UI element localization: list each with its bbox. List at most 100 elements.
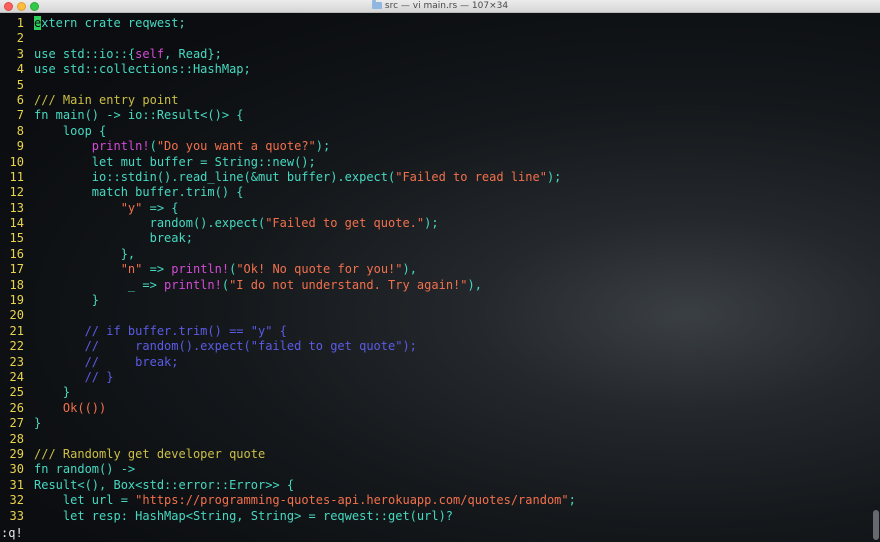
code-token: }: [34, 293, 100, 308]
line-number: 9: [16, 139, 24, 154]
code-token: _ =>: [34, 277, 165, 292]
line-number: 31: [9, 477, 24, 492]
terminal-window: src — vi main.rs — 107×34 1 extern crate …: [0, 0, 880, 542]
code-token: random().expect(: [34, 216, 266, 231]
line-number: 11: [9, 169, 24, 184]
code-line[interactable]: 24 // }: [0, 370, 870, 385]
line-number: 30: [9, 462, 24, 477]
code-token: /// Randomly get developer quote: [34, 446, 266, 461]
code-line[interactable]: 10 let mut buffer = String::new();: [0, 155, 870, 170]
code-token: println!: [171, 262, 230, 277]
window-title: src — vi main.rs — 107×34: [384, 1, 509, 11]
line-number: 4: [16, 62, 24, 77]
code-token: );: [546, 169, 562, 184]
code-line[interactable]: 5: [0, 78, 870, 93]
code-token: "Failed to get quote.": [265, 216, 425, 231]
code-token: (: [149, 139, 157, 154]
line-number: 13: [9, 200, 24, 215]
line-number: 6: [16, 92, 24, 107]
code-line[interactable]: 16 },: [0, 247, 870, 262]
code-line[interactable]: 15 break;: [0, 231, 870, 246]
code-token: "I do not understand. Try again!": [229, 277, 468, 292]
line-number: 23: [9, 354, 24, 369]
code-line[interactable]: 3 use std::io::{self, Read};: [0, 47, 870, 62]
code-line[interactable]: 1 extern crate reqwest;: [0, 16, 870, 31]
code-token: );: [424, 216, 439, 231]
line-number: 27: [9, 416, 24, 431]
code-line[interactable]: 28: [0, 432, 870, 447]
code-token: "Ok! No quote for you!": [236, 262, 403, 277]
line-number: 5: [16, 77, 24, 92]
line-number: 15: [9, 231, 24, 246]
code-token: ;: [568, 493, 576, 508]
line-number: 14: [9, 216, 24, 231]
code-token: },: [34, 246, 136, 261]
code-line[interactable]: 32 let url = "https://programming-quotes…: [0, 493, 870, 508]
code-line[interactable]: 9 println!("Do you want a quote?");: [0, 139, 870, 154]
line-number: 26: [9, 400, 24, 415]
code-token: );: [315, 139, 331, 154]
code-line[interactable]: 17 "n" => println!("Ok! No quote for you…: [0, 262, 870, 277]
code-line[interactable]: 26 Ok(()): [0, 401, 870, 416]
code-token: }: [34, 416, 42, 431]
code-token: "Failed to read line": [395, 169, 547, 184]
code-line[interactable]: 27}: [0, 416, 870, 431]
code-token: loop {: [34, 123, 107, 138]
vim-command-line[interactable]: :q!: [0, 526, 23, 541]
line-number: 21: [9, 323, 24, 338]
line-number: 32: [9, 493, 24, 508]
code-token: // if buffer.trim() == "y" {: [34, 323, 287, 338]
code-line[interactable]: 13 "y" => {: [0, 201, 870, 216]
code-token: "https://programming-quotes-api.herokuap…: [135, 493, 569, 508]
scrollbar[interactable]: [873, 510, 879, 540]
code-token: fn main() -> io::Result<()> {: [34, 108, 244, 123]
code-line[interactable]: 33 let resp: HashMap<String, String> = r…: [0, 509, 870, 524]
code-line[interactable]: 2: [0, 31, 870, 46]
code-token: (: [221, 277, 230, 292]
code-token: => {: [142, 200, 179, 215]
line-number: 7: [16, 108, 24, 123]
code-line[interactable]: 22 // random().expect("failed to get quo…: [0, 339, 870, 354]
window-title-container: src — vi main.rs — 107×34: [0, 0, 880, 13]
code-token: let url =: [34, 493, 136, 508]
code-token: use std::io::{: [34, 46, 136, 61]
line-number: 25: [9, 385, 24, 400]
code-token: , Read};: [164, 46, 222, 61]
code-token: ),: [402, 262, 417, 277]
line-number: 19: [9, 293, 24, 308]
code-token: break;: [34, 231, 193, 246]
code-line[interactable]: 18 _ => println!("I do not understand. T…: [0, 278, 870, 293]
code-token: match buffer.trim() {: [34, 185, 244, 200]
line-number: 16: [9, 246, 24, 261]
title-bar[interactable]: src — vi main.rs — 107×34: [0, 0, 880, 13]
code-line[interactable]: 30 fn random() ->: [0, 462, 870, 477]
code-token: "Do you want a quote?": [156, 139, 316, 154]
code-token: println!: [91, 139, 150, 154]
code-token: self: [135, 46, 165, 61]
vim-editor[interactable]: 1 extern crate reqwest; 2 3 use std::io::{se…: [0, 16, 870, 524]
line-number: 28: [9, 431, 24, 446]
code-line[interactable]: 31 Result<(), Box<std::error::Error>> {: [0, 478, 870, 493]
code-line[interactable]: 21 // if buffer.trim() == "y" {: [0, 324, 870, 339]
code-line[interactable]: 14 random().expect("Failed to get quote.…: [0, 216, 870, 231]
code-line[interactable]: 12 match buffer.trim() {: [0, 185, 870, 200]
code-line[interactable]: 29 /// Randomly get developer quote: [0, 447, 870, 462]
code-line[interactable]: 8 loop {: [0, 124, 870, 139]
code-token: /// Main entry point: [34, 92, 179, 107]
line-number: 18: [9, 277, 24, 292]
line-number: 1: [16, 16, 24, 30]
code-line[interactable]: 20: [0, 308, 870, 323]
code-line[interactable]: 7 fn main() -> io::Result<()> {: [0, 108, 870, 123]
code-line[interactable]: 19 }: [0, 293, 870, 308]
code-token: io::stdin().read_line(&mut buffer).expec…: [34, 169, 396, 184]
code-line[interactable]: 4 use std::collections::HashMap;: [0, 62, 870, 77]
code-token: // }: [34, 369, 114, 384]
code-line[interactable]: 11 io::stdin().read_line(&mut buffer).ex…: [0, 170, 870, 185]
code-line[interactable]: 6 /// Main entry point: [0, 93, 870, 108]
line-number: 29: [9, 446, 24, 461]
code-line[interactable]: 25 }: [0, 385, 870, 400]
code-line[interactable]: 23 // break;: [0, 355, 870, 370]
line-number: 22: [9, 339, 24, 354]
